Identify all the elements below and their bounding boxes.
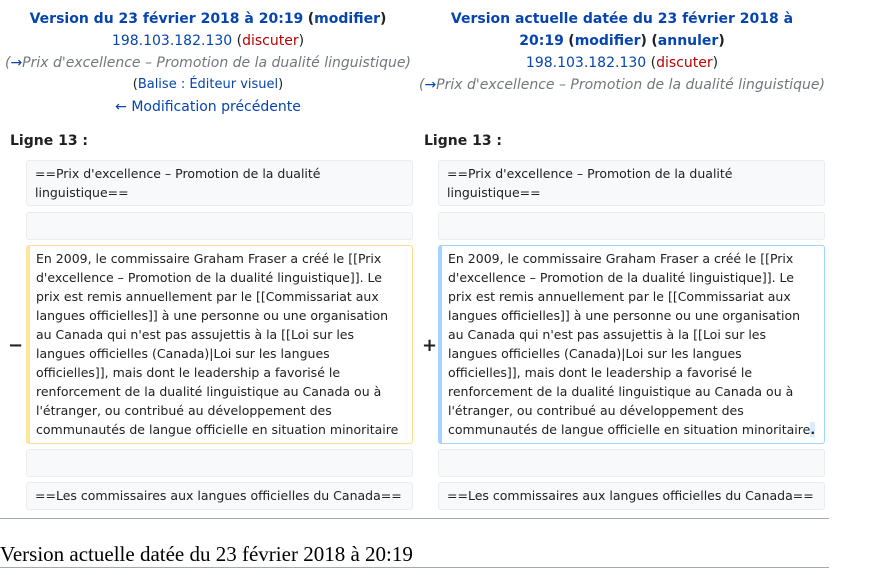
new-edit-summary: (→Prix d'excellence – Promotion de la du…	[418, 77, 826, 93]
old-edit-link[interactable]: modifier	[314, 11, 380, 27]
old-summary-text: Prix d'excellence – Promotion de la dual…	[22, 55, 406, 71]
new-revision-header: Version actuelle datée du 23 février 201…	[416, 8, 828, 96]
removed-line-marker: −	[8, 335, 24, 356]
added-line-text: En 2009, le commissaire Graham Fraser a …	[448, 251, 811, 437]
new-context-line-section: ==Les commissaires aux langues officiell…	[438, 482, 825, 510]
new-context-line-empty	[438, 212, 825, 240]
tag-visual-editor-link[interactable]: Éditeur visuel	[189, 77, 278, 92]
new-user-link[interactable]: 198.103.182.130	[526, 55, 646, 71]
new-talk-link[interactable]: discuter	[656, 55, 713, 71]
added-line-marker: +	[422, 335, 438, 356]
undo-link[interactable]: annuler	[658, 33, 719, 49]
old-revision-header: Version du 23 février 2018 à 20:19 (modi…	[0, 8, 416, 118]
divider	[0, 518, 829, 519]
old-section-arrow-link[interactable]: →	[10, 55, 22, 71]
new-summary-text: Prix d'excellence – Promotion de la dual…	[436, 77, 820, 93]
old-user-link[interactable]: 198.103.182.130	[112, 33, 232, 49]
revision-page-title: Version actuelle datée du 23 février 201…	[0, 542, 413, 566]
old-line-number: Ligne 13 :	[10, 133, 89, 149]
old-context-line-heading: ==Prix d'excellence – Promotion de la du…	[26, 160, 413, 206]
title-underline	[0, 567, 829, 568]
new-section-arrow-link[interactable]: →	[424, 77, 436, 93]
added-line: En 2009, le commissaire Graham Fraser a …	[438, 245, 825, 444]
old-tags: (Balise : Éditeur visuel)	[132, 77, 284, 92]
new-context-line-heading: ==Prix d'excellence – Promotion de la du…	[438, 160, 825, 206]
old-context-line-empty-2	[26, 449, 413, 477]
new-context-line-empty-2	[438, 449, 825, 477]
new-line-number: Ligne 13 :	[424, 133, 503, 149]
previous-edit-link[interactable]: ← Modification précédente	[115, 99, 301, 115]
old-talk-link[interactable]: discuter	[242, 33, 299, 49]
new-edit-link[interactable]: modifier	[575, 33, 641, 49]
old-context-line-empty	[26, 212, 413, 240]
old-revision-link[interactable]: Version du 23 février 2018 à 20:19	[30, 11, 304, 27]
tag-prefix-link[interactable]: Balise :	[138, 77, 190, 92]
added-inline-change: .	[810, 422, 816, 437]
removed-line: En 2009, le commissaire Graham Fraser a …	[26, 245, 413, 444]
old-context-line-section: ==Les commissaires aux langues officiell…	[26, 482, 413, 510]
old-edit-summary: (→Prix d'excellence – Promotion de la du…	[4, 55, 412, 71]
